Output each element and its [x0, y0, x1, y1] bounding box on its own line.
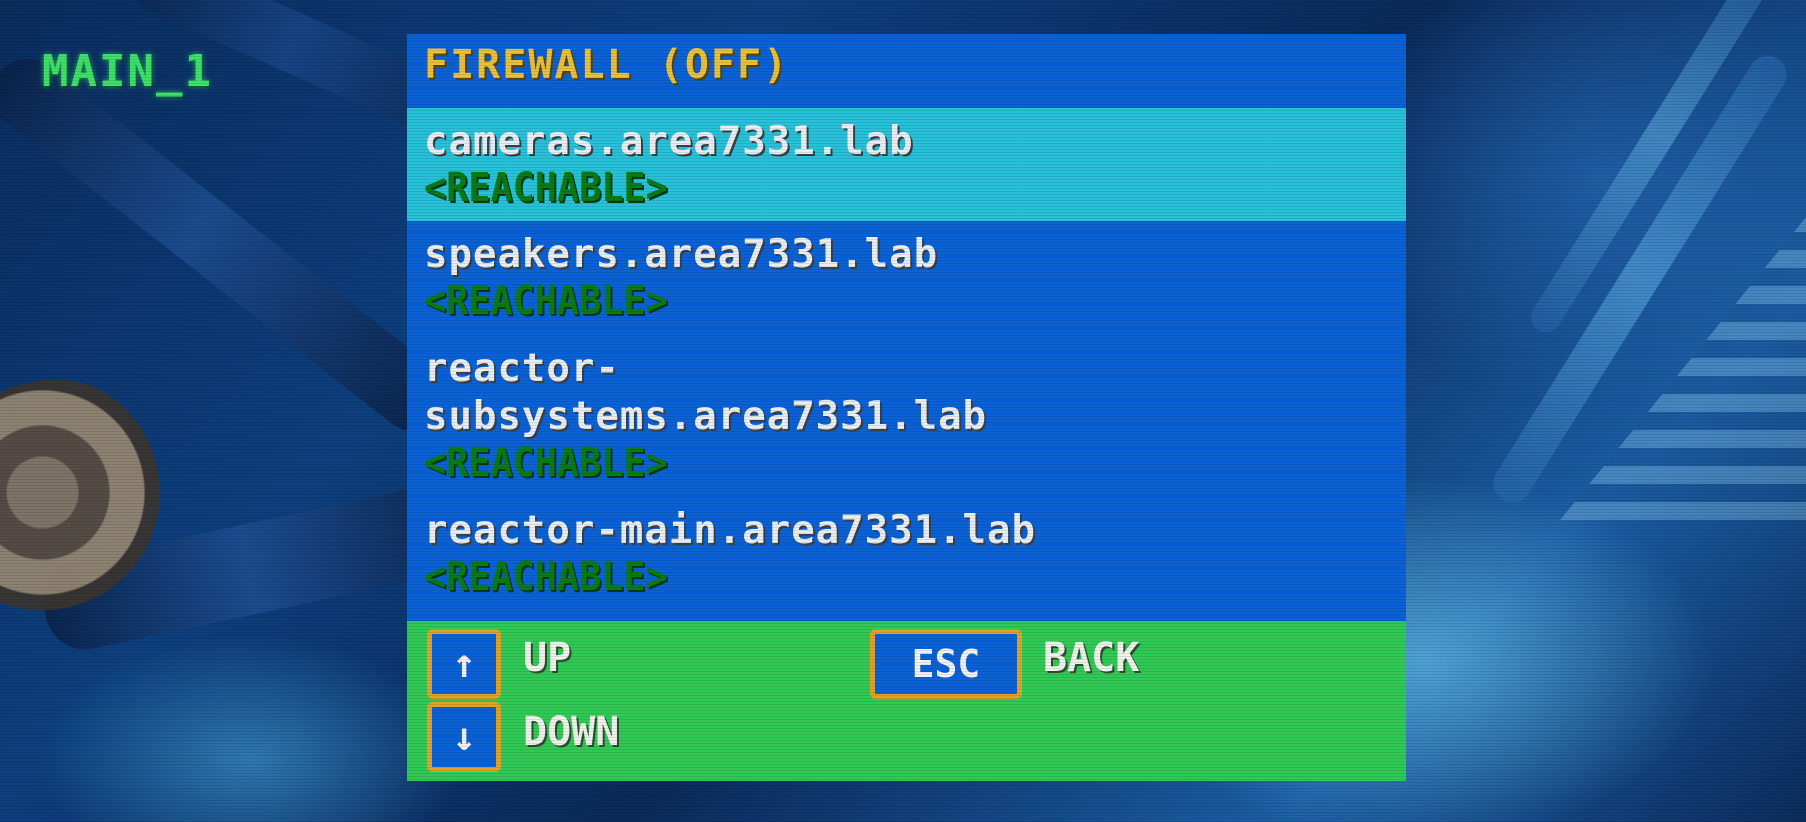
back-label: BACK	[1043, 635, 1140, 681]
host-status: <REACHABLE>	[424, 165, 668, 211]
game-scene: MAIN_1 FIREWALL (OFF) cameras.area7331.l…	[0, 0, 1806, 822]
host-item-reactor-main[interactable]: reactor-main.area7331.lab <REACHABLE>	[407, 497, 1406, 603]
host-name: reactor- subsystems.area7331.lab	[424, 346, 988, 439]
host-status: <REACHABLE>	[424, 278, 668, 324]
host-status: <REACHABLE>	[424, 554, 668, 600]
host-name: cameras.area7331.lab	[424, 119, 914, 164]
down-label: DOWN	[523, 709, 620, 755]
host-name: speakers.area7331.lab	[424, 232, 939, 277]
host-item-cameras[interactable]: cameras.area7331.lab <REACHABLE>	[407, 108, 1406, 221]
terminal-title: FIREWALL (OFF)	[424, 42, 790, 88]
up-label: UP	[523, 635, 572, 681]
down-arrow-key[interactable]: ↓	[427, 702, 501, 772]
camera-feed-label: MAIN_1	[42, 46, 213, 97]
esc-key[interactable]: ESC	[870, 629, 1022, 699]
host-name: reactor-main.area7331.lab	[424, 508, 1036, 553]
firewall-terminal: FIREWALL (OFF) cameras.area7331.lab <REA…	[407, 34, 1406, 781]
host-item-speakers[interactable]: speakers.area7331.lab <REACHABLE>	[407, 221, 1406, 335]
controls-legend: ↑ UP ↓ DOWN ESC BACK	[407, 621, 1406, 781]
up-arrow-key[interactable]: ↑	[427, 629, 501, 699]
host-item-reactor-subsystems[interactable]: reactor- subsystems.area7331.lab <REACHA…	[407, 335, 1406, 497]
host-status: <REACHABLE>	[424, 440, 668, 486]
